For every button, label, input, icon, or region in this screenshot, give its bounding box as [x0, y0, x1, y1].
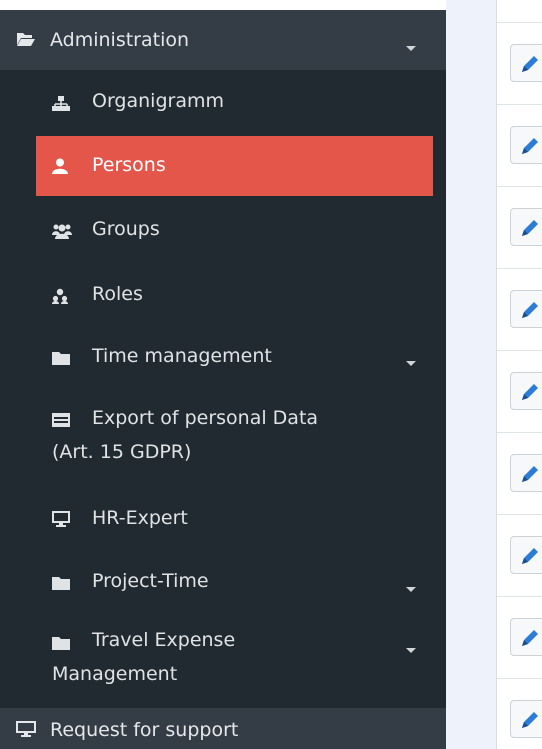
- row-divider: [497, 186, 542, 187]
- sidebar-item-label: Groups: [92, 218, 160, 240]
- sitemap-icon: [52, 94, 70, 111]
- edit-button[interactable]: [510, 126, 542, 164]
- top-strip: [0, 0, 446, 10]
- pencil-icon: [522, 384, 538, 400]
- pencil-icon: [522, 302, 538, 318]
- pencil-icon: [522, 56, 538, 72]
- sidebar-item-groups[interactable]: Groups: [36, 198, 433, 262]
- sidebar-item-label-line2: (Art. 15 GDPR): [52, 441, 192, 463]
- row-divider: [497, 596, 542, 597]
- row-divider: [497, 350, 542, 351]
- content-gutter: [446, 0, 496, 749]
- users-icon: [52, 222, 72, 239]
- sidebar-item-label: Project-Time: [92, 570, 209, 592]
- sidebar-item-hr-expert[interactable]: HR-Expert: [36, 488, 433, 550]
- sidebar-item-label-line2: Management: [52, 663, 178, 685]
- sidebar-item-project-time[interactable]: Project-Time: [36, 550, 433, 612]
- edit-button[interactable]: [510, 290, 542, 328]
- row-divider: [497, 104, 542, 105]
- pencil-icon: [522, 548, 538, 564]
- folder-icon: [52, 573, 70, 590]
- user-roles-icon: [52, 287, 70, 304]
- sidebar-section-request-support[interactable]: Request for support: [0, 708, 446, 749]
- sidebar-item-label: Organigramm: [92, 90, 224, 112]
- folder-icon: [52, 348, 70, 365]
- row-divider: [497, 432, 542, 433]
- edit-button[interactable]: [510, 618, 542, 656]
- sidebar-item-roles[interactable]: Roles: [36, 262, 433, 326]
- pencil-icon: [522, 138, 538, 154]
- edit-button[interactable]: [510, 454, 542, 492]
- edit-button[interactable]: [510, 208, 542, 246]
- chevron-down-icon: [406, 361, 416, 369]
- sidebar-item-travel-expense-management[interactable]: Travel Expense Management: [36, 612, 433, 702]
- sidebar-item-label: Export of personal Data: [92, 407, 319, 429]
- row-divider: [497, 514, 542, 515]
- folder-open-icon: [16, 30, 36, 48]
- table-icon: [52, 410, 70, 427]
- section-label: Request for support: [50, 719, 239, 741]
- row-divider: [497, 678, 542, 679]
- chevron-down-icon: [406, 648, 416, 656]
- row-divider: [497, 22, 542, 23]
- pencil-icon: [522, 630, 538, 646]
- sidebar-section-administration[interactable]: Administration: [0, 10, 446, 70]
- edit-button[interactable]: [510, 700, 542, 738]
- sidebar-item-label: Time management: [92, 345, 272, 367]
- sidebar-item-export-personal-data[interactable]: Export of personal Data (Art. 15 GDPR): [36, 390, 433, 478]
- row-divider: [497, 268, 542, 269]
- desktop-icon: [52, 510, 70, 527]
- chevron-down-icon: [406, 46, 416, 54]
- pencil-icon: [522, 466, 538, 482]
- pencil-icon: [522, 220, 538, 236]
- sidebar-item-label: HR-Expert: [92, 507, 188, 529]
- sidebar-item-label: Roles: [92, 283, 143, 305]
- sidebar-item-time-management[interactable]: Time management: [36, 326, 433, 388]
- section-label: Administration: [50, 29, 190, 51]
- sidebar-item-label: Persons: [92, 154, 166, 176]
- sidebar-item-organigramm[interactable]: Organigramm: [36, 70, 433, 134]
- chevron-down-icon: [406, 587, 416, 595]
- edit-button[interactable]: [510, 44, 542, 82]
- edit-button[interactable]: [510, 372, 542, 410]
- desktop-icon: [16, 720, 36, 738]
- edit-button[interactable]: [510, 536, 542, 574]
- sidebar-item-label: Travel Expense: [92, 629, 236, 651]
- pencil-icon: [522, 712, 538, 728]
- folder-icon: [52, 633, 70, 650]
- sidebar-item-persons[interactable]: Persons: [36, 136, 433, 196]
- user-icon: [52, 157, 70, 174]
